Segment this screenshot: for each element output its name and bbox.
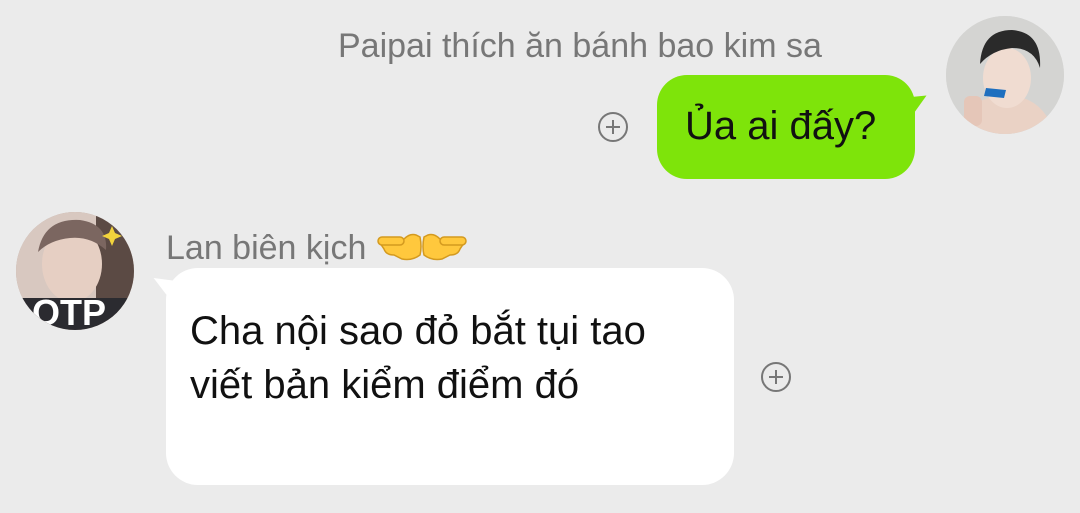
add-reaction-outgoing-button[interactable]	[598, 112, 628, 142]
avatar-outgoing[interactable]	[946, 16, 1064, 134]
message-bubble-incoming[interactable]: Cha nội sao đỏ bắt tụi tao viết bản kiểm…	[166, 268, 734, 485]
sender-name-incoming: Lan biên kịch	[166, 225, 468, 271]
user-avatar-photo-icon	[946, 16, 1064, 134]
sender-name-incoming-text: Lan biên kịch	[166, 229, 367, 267]
pointing-hands-emoji-icon	[376, 225, 468, 271]
avatar-incoming[interactable]: OTP	[16, 212, 134, 330]
sender-name-outgoing: Paipai thích ăn bánh bao kim sa	[338, 27, 822, 65]
message-text-outgoing: Ủa ai đấy?	[685, 104, 877, 148]
add-reaction-incoming-button[interactable]	[761, 362, 791, 392]
avatar-overlay-text: OTP	[32, 292, 107, 330]
message-text-incoming: Cha nội sao đỏ bắt tụi tao viết bản kiểm…	[190, 309, 646, 407]
message-bubble-outgoing[interactable]: Ủa ai đấy?	[657, 75, 915, 179]
